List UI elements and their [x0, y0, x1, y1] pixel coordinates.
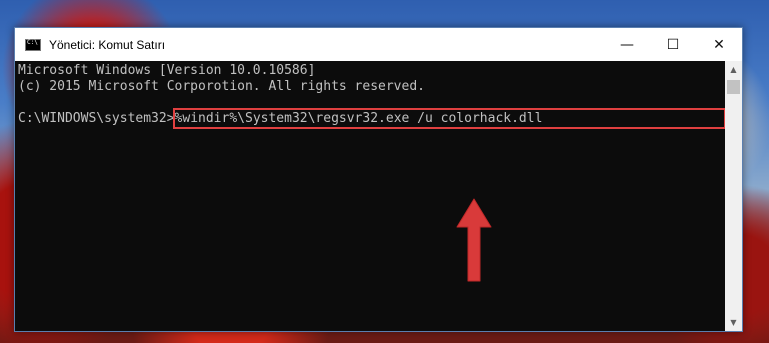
window-title: Yönetici: Komut Satırı — [49, 37, 166, 52]
console-area[interactable]: Microsoft Windows [Version 10.0.10586] (… — [15, 61, 726, 331]
vertical-scrollbar[interactable]: ▲ ▼ — [725, 61, 742, 331]
maximize-button[interactable]: ☐ — [650, 28, 696, 61]
minimize-button[interactable]: — — [604, 28, 650, 61]
console-line-copyright: (c) 2015 Microsoft Corporotion. All righ… — [18, 79, 425, 94]
cmd-icon — [25, 38, 41, 51]
scroll-down-icon[interactable]: ▼ — [725, 314, 742, 331]
title-bar[interactable]: Yönetici: Komut Satırı — ☐ ✕ — [15, 28, 742, 61]
scroll-thumb[interactable] — [727, 80, 740, 94]
console-prompt: C:\WINDOWS\system32> — [18, 111, 175, 126]
console-line-version: Microsoft Windows [Version 10.0.10586] — [18, 63, 316, 78]
command-highlight-box — [173, 108, 726, 129]
maximize-icon: ☐ — [666, 36, 680, 53]
command-prompt-window: Yönetici: Komut Satırı — ☐ ✕ Microsoft W… — [14, 27, 743, 332]
red-up-arrow — [456, 198, 492, 282]
minimize-icon: — — [620, 36, 634, 53]
window-controls: — ☐ ✕ — [604, 28, 742, 61]
scroll-up-icon[interactable]: ▲ — [725, 61, 742, 78]
close-icon: ✕ — [713, 36, 725, 53]
close-button[interactable]: ✕ — [696, 28, 742, 61]
